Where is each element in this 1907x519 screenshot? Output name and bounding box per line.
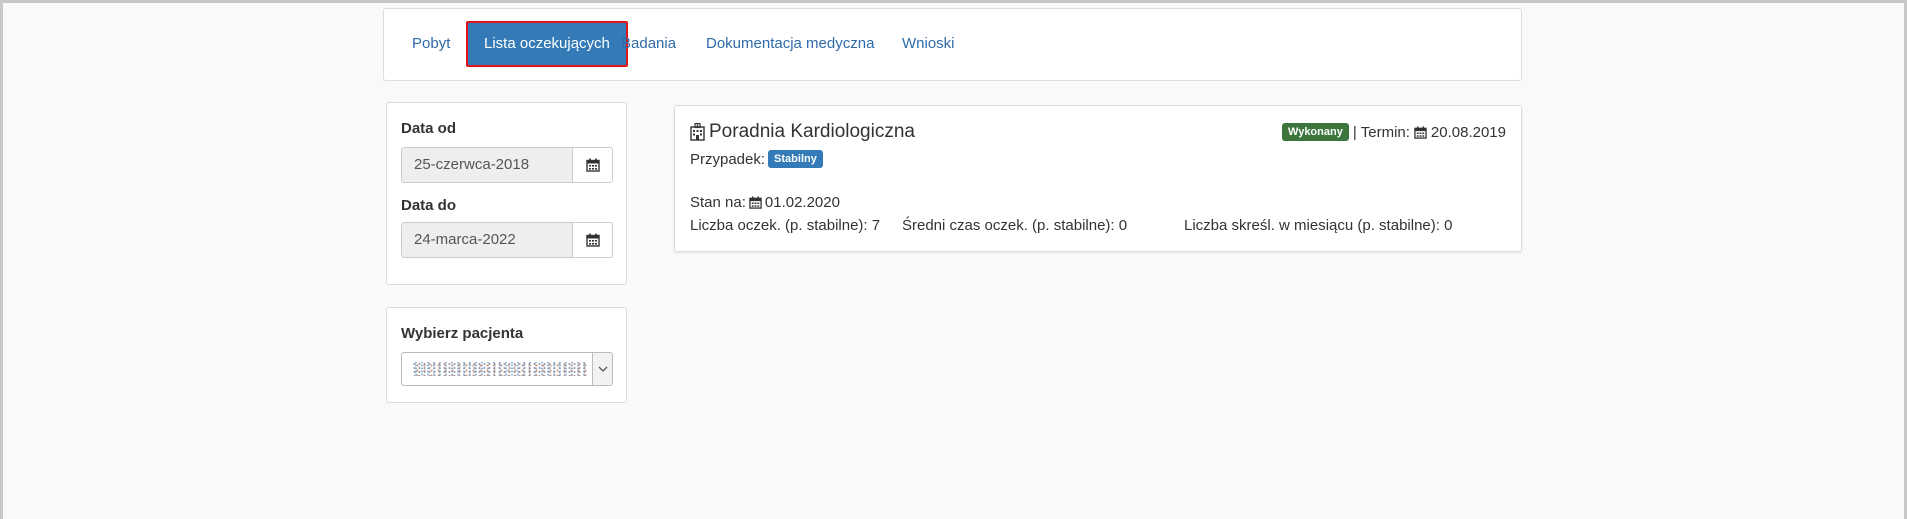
date-to-calendar-button[interactable]	[572, 222, 613, 258]
tab-wnioski[interactable]: Wnioski	[886, 21, 971, 67]
hospital-icon	[690, 123, 705, 141]
date-filter-panel: Data od 25-czerwca-2018 Data do 24-marca…	[386, 102, 627, 285]
waiting-list-card: Poradnia Kardiologiczna Wykonany | Termi…	[674, 105, 1522, 252]
status-badge: Wykonany	[1282, 123, 1349, 141]
clinic-name: Poradnia Kardiologiczna	[709, 121, 915, 142]
calendar-icon	[749, 196, 762, 209]
patient-select-panel: Wybierz pacjenta	[386, 307, 627, 403]
status-line: Wykonany | Termin: 20.08.2019	[1282, 123, 1506, 141]
term-date: 20.08.2019	[1430, 123, 1506, 141]
patient-select-label: Wybierz pacjenta	[401, 325, 524, 342]
date-from-input[interactable]: 25-czerwca-2018	[401, 147, 572, 183]
separator: |	[1352, 123, 1357, 141]
tabs-panel: Pobyt Lista oczekujących Badania Dokumen…	[383, 8, 1522, 81]
calendar-icon	[1414, 125, 1427, 139]
date-to-label: Data do	[401, 197, 457, 214]
stat-average-wait: Średni czas oczek. (p. stabilne): 0	[902, 217, 1128, 234]
state-label: Stan na:	[690, 194, 746, 211]
case-badge: Stabilny	[768, 150, 823, 168]
clinic-title: Poradnia Kardiologiczna	[690, 121, 915, 143]
stat-removed-monthly: Liczba skreśl. w miesiącu (p. stabilne):…	[1184, 217, 1453, 234]
tab-pobyt[interactable]: Pobyt	[396, 21, 466, 67]
case-line: Przypadek: Stabilny	[690, 150, 823, 168]
state-line: Stan na: 01.02.2020	[690, 194, 840, 211]
state-date: 01.02.2020	[764, 194, 840, 211]
term-label: Termin:	[1360, 123, 1410, 141]
tab-dokumentacja-medyczna[interactable]: Dokumentacja medyczna	[690, 21, 890, 67]
date-from-calendar-button[interactable]	[572, 147, 613, 183]
patient-name-redacted	[412, 362, 587, 376]
patient-select[interactable]	[401, 352, 613, 386]
tab-badania[interactable]: Badania	[605, 21, 692, 67]
calendar-icon	[585, 233, 600, 247]
tab-lista-oczekujacych[interactable]: Lista oczekujących	[466, 21, 628, 67]
date-from-label: Data od	[401, 120, 457, 137]
calendar-icon	[585, 158, 600, 172]
stat-waiting-count: Liczba oczek. (p. stabilne): 7	[690, 217, 881, 234]
date-to-input[interactable]: 24-marca-2022	[401, 222, 572, 258]
case-label: Przypadek:	[690, 150, 766, 168]
chevron-down-icon[interactable]	[592, 353, 612, 385]
